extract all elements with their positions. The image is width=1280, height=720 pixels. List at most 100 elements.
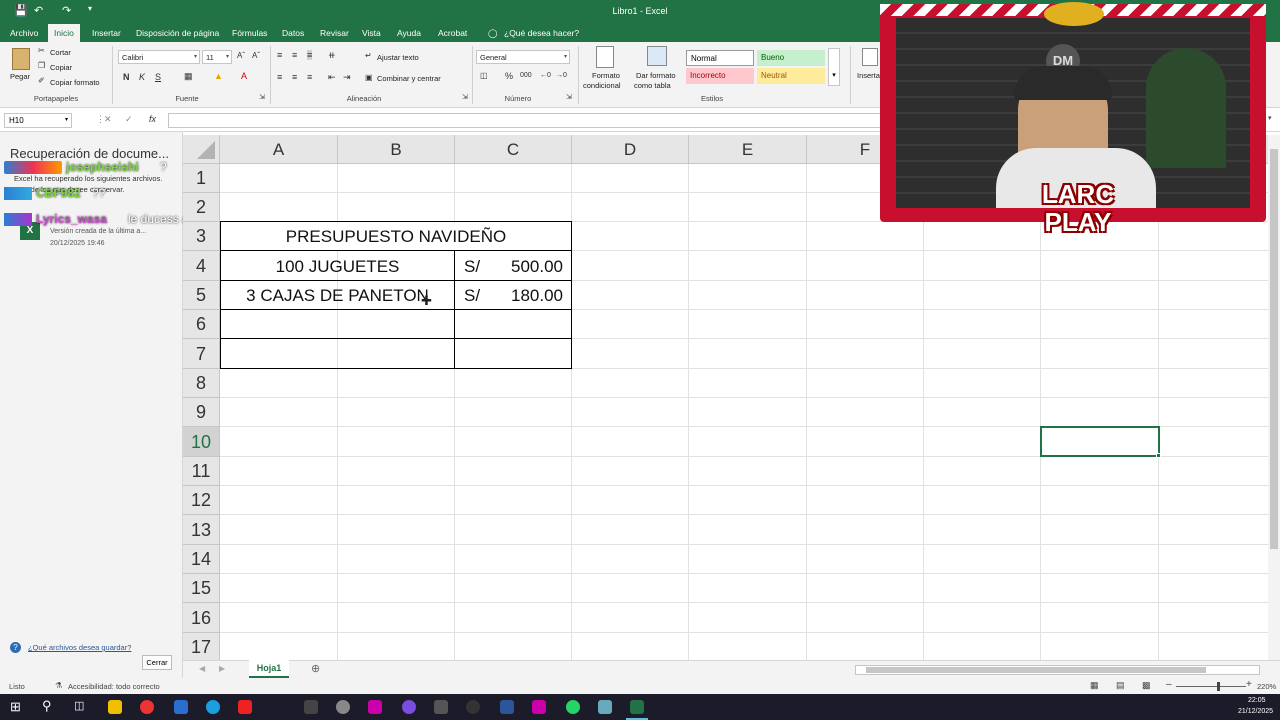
increase-indent-icon[interactable]: ⇥ [343,72,351,83]
capcut-icon[interactable] [304,700,318,714]
align-left-icon[interactable]: ≡ [277,72,282,82]
cell-c4-currency[interactable]: S/ [464,257,480,277]
row-header-16[interactable]: 16 [183,603,220,633]
conditional-format-line1[interactable]: Formato [592,71,620,80]
file-explorer-icon[interactable] [108,700,122,714]
row-header-12[interactable]: 12 [183,486,220,515]
fill-color-icon[interactable]: ▲ [214,71,223,81]
sheet-tab-hoja1[interactable]: Hoja1 [249,660,289,678]
cell-a5[interactable]: 3 CAJAS DE PANETON [221,286,454,306]
tab-archivo[interactable]: Archivo [4,26,44,42]
borders-icon[interactable]: ▦ [184,71,193,82]
font-color-icon[interactable]: A [241,71,247,81]
row-header-7[interactable]: 7 [183,339,220,369]
zoom-out-icon[interactable]: – [1166,679,1172,690]
expand-formula-icon[interactable]: ▾ [1268,114,1272,122]
zoom-in-icon[interactable]: + [1246,679,1252,690]
row-header-9[interactable]: 9 [183,398,220,427]
row-header-8[interactable]: 8 [183,369,220,398]
tab-insertar[interactable]: Insertar [86,26,127,42]
page-break-icon[interactable]: ▩ [1142,680,1151,691]
recovered-file-desc[interactable]: Versión creada de la última a... [50,228,146,235]
font-launcher-icon[interactable]: ⇲ [259,93,265,101]
increase-decimal-icon[interactable]: ←0 [540,72,551,79]
close-recovery-button[interactable]: Cerrar [142,655,172,670]
h-scroll-thumb[interactable] [866,667,1206,673]
chrome-icon[interactable] [140,700,154,714]
format-table-line1[interactable]: Dar formato [636,71,676,80]
italic-icon[interactable]: K [139,72,145,82]
tab-ayuda[interactable]: Ayuda [391,26,427,42]
cell-c4-amount[interactable]: 500.00 [483,257,563,277]
row-header-6[interactable]: 6 [183,310,220,339]
number-format-select[interactable]: General ▾ [476,50,570,64]
cell-a3-title[interactable]: PRESUPUESTO NAVIDEÑO [221,227,571,247]
paste-button[interactable]: Pegar [10,72,30,81]
horizontal-scrollbar[interactable] [855,665,1260,675]
cell-a4[interactable]: 100 JUGUETES [221,257,454,277]
tab-acrobat[interactable]: Acrobat [432,26,473,42]
prev-sheet-icon[interactable]: ◀ [199,664,205,673]
row-header-3[interactable]: 3 [183,222,220,251]
number-launcher-icon[interactable]: ⇲ [566,93,572,101]
tab-vista[interactable]: Vista [356,26,387,42]
edge-icon[interactable] [206,700,220,714]
fill-handle[interactable] [1156,453,1161,458]
cell-c5-currency[interactable]: S/ [464,286,480,306]
accessibility-status[interactable]: Accesibilidad: todo correcto [68,682,160,691]
confirm-entry-icon[interactable]: ✓ [125,114,133,125]
align-middle-icon[interactable]: ≡ [292,50,297,60]
align-center-icon[interactable]: ≡ [292,72,297,82]
clock-date[interactable]: 21/12/2025 [1238,708,1273,715]
column-header-a[interactable]: A [220,135,338,164]
name-box[interactable]: H10 ▾ [4,113,72,128]
style-bueno[interactable]: Bueno [757,50,825,66]
orientation-icon[interactable]: ⧺ [328,50,336,61]
row-header-11[interactable]: 11 [183,457,220,486]
select-all-corner[interactable] [183,135,220,164]
thousands-icon[interactable]: 000 [520,72,532,79]
format-painter-button[interactable]: Copiar formato [50,78,100,87]
scroll-thumb[interactable] [1270,149,1278,549]
help-link[interactable]: ¿Qué archivos desea guardar? [28,643,131,652]
search-icon[interactable]: ⚲ [42,698,52,714]
copy-button[interactable]: Copiar [50,63,72,72]
zoom-slider-thumb[interactable] [1217,682,1220,691]
media-icon[interactable] [238,700,252,714]
column-header-e[interactable]: E [689,135,807,164]
decrease-decimal-icon[interactable]: →0 [556,72,567,79]
percent-icon[interactable]: % [505,71,513,81]
currency-icon[interactable]: ◫ [480,71,488,80]
style-normal[interactable]: Normal [686,50,754,66]
wrap-text-button[interactable]: Ajustar texto [377,53,419,62]
app-icon[interactable] [598,700,612,714]
word-icon[interactable] [500,700,514,714]
cancel-entry-icon[interactable]: ✕ [104,114,112,125]
column-header-b[interactable]: B [338,135,455,164]
tab-formulas[interactable]: Fórmulas [226,26,273,42]
windows-start-icon[interactable]: ⊞ [10,699,21,715]
align-right-icon[interactable]: ≡ [307,72,312,82]
grow-font-icon[interactable]: Aˆ [237,51,245,60]
format-table-line2[interactable]: como tabla [634,81,671,90]
normal-view-icon[interactable]: ▦ [1090,680,1099,691]
row-header-15[interactable]: 15 [183,574,220,603]
row-header-1[interactable]: 1 [183,164,220,193]
add-sheet-icon[interactable]: ⊕ [311,662,320,675]
whatsapp-icon[interactable] [566,700,580,714]
app-icon[interactable] [402,700,416,714]
cut-button[interactable]: Cortar [50,48,71,57]
insert-function-icon[interactable]: fx [149,114,156,124]
style-incorrecto[interactable]: Incorrecto [686,68,754,84]
row-header-14[interactable]: 14 [183,545,220,574]
row-header-13[interactable]: 13 [183,515,220,545]
tab-revisar[interactable]: Revisar [314,26,355,42]
row-header-17[interactable]: 17 [183,633,220,660]
row-header-5[interactable]: 5 [183,281,220,310]
align-top-icon[interactable]: ≡ [277,50,282,60]
app-icon[interactable] [336,700,350,714]
selected-cell-h10[interactable] [1040,426,1160,457]
clock-time[interactable]: 22:05 [1248,697,1266,704]
font-size-select[interactable]: 11 ▾ [202,50,232,64]
style-neutral[interactable]: Neutral [757,68,825,84]
